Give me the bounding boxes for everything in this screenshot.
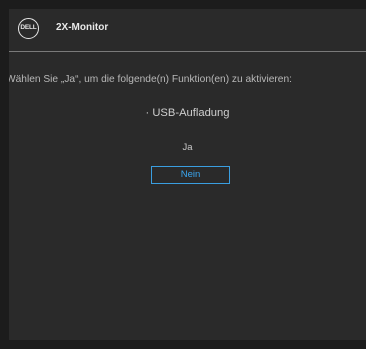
monitor-title: 2X-Monitor xyxy=(56,22,109,33)
no-option[interactable]: Nein xyxy=(151,166,230,184)
osd-header: DELL 2X-Monitor xyxy=(9,9,366,50)
enable-prompt: Wählen Sie „Ja“, um die folgende(n) Funk… xyxy=(9,74,292,85)
osd-window: DELL 2X-Monitor Wählen Sie „Ja“, um die … xyxy=(9,9,366,340)
header-divider xyxy=(9,51,366,52)
yes-option[interactable]: Ja xyxy=(9,142,366,154)
dell-logo: DELL xyxy=(18,18,39,39)
feature-usb-charging: · USB-Aufladung xyxy=(145,107,230,119)
